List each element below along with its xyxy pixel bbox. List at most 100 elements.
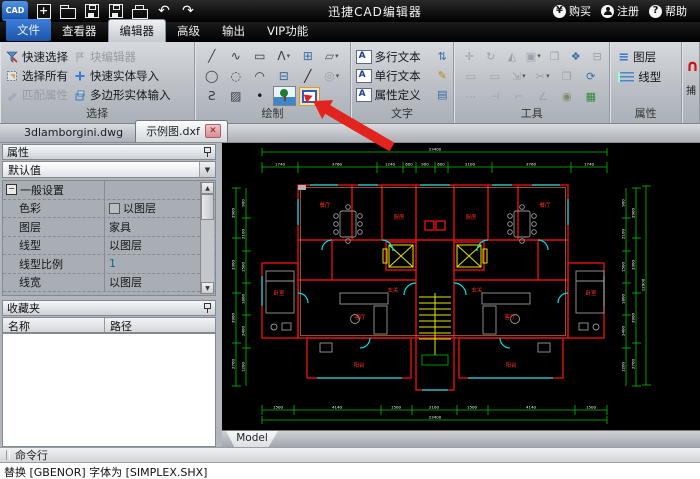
move-icon[interactable]: ✛ [460, 47, 478, 65]
favorites-col-path[interactable]: 路径 [105, 318, 132, 332]
clipboard-icon[interactable]: ⊟ [273, 67, 294, 85]
property-row-ltscale[interactable]: 线型比例 1 [3, 255, 215, 274]
app-logo-icon[interactable]: CAD [2, 1, 28, 21]
doc-tab-example[interactable]: 示例图.dxf ✕ [135, 120, 228, 142]
favorites-list[interactable] [2, 333, 216, 447]
redo-tool-icon[interactable]: ⟳ [580, 67, 601, 85]
multiline-text-button[interactable]: 多行文本⇅ [356, 47, 454, 66]
svg-text:厨房: 厨房 [465, 213, 477, 221]
group-icon[interactable]: ◉ [556, 87, 577, 105]
extend-icon[interactable]: ⊣ [484, 87, 505, 105]
offset-copy-icon[interactable]: ❐ [556, 67, 577, 85]
collapse-icon[interactable]: − [6, 184, 17, 195]
quick-select-button[interactable]: 快速选择 [6, 47, 68, 66]
tab-file[interactable]: 文件 [6, 19, 51, 41]
match-properties-button[interactable]: 匹配属性 [6, 85, 68, 104]
tab-viewer[interactable]: 查看器 [51, 20, 108, 42]
trim-icon[interactable]: ✂▾ [532, 67, 553, 85]
edit-attribute-icon[interactable]: ▤ [435, 88, 449, 101]
copy-icon[interactable]: ❐ [545, 47, 563, 65]
block-editor-button[interactable]: 块编辑器 [74, 47, 171, 66]
erase-icon[interactable]: ▣▾ [524, 47, 542, 65]
spline-icon[interactable]: Ƨ [201, 87, 222, 105]
thick-line-icon[interactable]: ╱ [297, 67, 318, 85]
dimension-lines [232, 148, 651, 424]
svg-text:1740: 1740 [584, 162, 594, 167]
svg-text:600: 600 [405, 162, 413, 167]
scale-box-icon[interactable]: ▭ [484, 67, 505, 85]
pin-icon[interactable] [204, 147, 211, 157]
tab-advanced[interactable]: 高级 [166, 20, 211, 42]
polygon-entity-input-button[interactable]: 多边形实体输入 [74, 85, 171, 104]
redo-icon[interactable]: ↷ [176, 1, 200, 21]
property-row-lineweight[interactable]: 线宽 以图层 [3, 274, 215, 293]
select-all-button[interactable]: 选择所有 [6, 66, 68, 85]
preset-dropdown[interactable]: 默认值▼ [2, 161, 216, 178]
doc-tab-3dlamborgini[interactable]: 3dlamborgini.dwg [12, 124, 135, 142]
stretch-icon[interactable]: ▭ [460, 67, 481, 85]
sketch-icon[interactable]: ∿ [225, 47, 246, 65]
wipeout-image-icon[interactable] [273, 86, 296, 106]
new-file-icon[interactable] [32, 1, 56, 21]
favorites-col-name[interactable]: 名称 [3, 318, 105, 332]
block-tool-icon[interactable]: ❖ [567, 47, 585, 65]
svg-text:1500: 1500 [391, 405, 401, 410]
tab-vip[interactable]: VIP功能 [256, 20, 319, 42]
print-icon[interactable] [128, 1, 152, 21]
fillet-icon[interactable]: ⌐ [508, 87, 529, 105]
open-file-icon[interactable] [56, 1, 80, 21]
pin-icon[interactable] [204, 303, 211, 313]
undo-icon[interactable]: ↶ [152, 1, 176, 21]
command-line-header[interactable]: 命令行 [0, 447, 700, 463]
property-row-layer[interactable]: 图层 家具 [3, 218, 215, 237]
drawing-canvas[interactable]: 23400 1740 3760 1240 600 900 600 2100 37… [222, 143, 700, 447]
hatch-icon[interactable]: ▨ [225, 87, 246, 105]
arc-icon[interactable]: ◠ [249, 67, 270, 85]
rotate-icon[interactable]: ↻ [482, 47, 500, 65]
text-height-icon[interactable]: ⇅ [435, 50, 449, 63]
property-row-color[interactable]: 色彩 以图层 [3, 200, 215, 219]
scroll-up-icon[interactable]: ▲ [201, 182, 214, 194]
quick-entity-import-button[interactable]: 快速实体导入 [74, 66, 171, 85]
tab-editor[interactable]: 编辑器 [108, 19, 167, 42]
insert-block-icon[interactable]: ⊞ [297, 47, 318, 65]
property-group-row[interactable]: −一般设置 [3, 181, 215, 200]
scrollbar[interactable]: ▲ ▼ [200, 182, 214, 294]
rectangle-icon[interactable]: ▭ [249, 47, 270, 65]
model-tab[interactable]: Model [226, 431, 278, 447]
scale-icon[interactable]: ⇲▾ [508, 67, 529, 85]
app-window: CAD ↶ ↷ 迅捷CAD编辑器 ¥购买 注册 ?帮助 文件 查看器 编辑器 高… [0, 0, 700, 479]
explode-icon[interactable]: ▦ [580, 87, 601, 105]
layer-button[interactable]: ≡图层 [618, 47, 681, 67]
mirror-icon[interactable]: ◭ [503, 47, 521, 65]
singleline-text-button[interactable]: 单行文本✎ [356, 66, 454, 85]
insert-raster-image-icon[interactable] [299, 87, 320, 106]
command-line-output[interactable]: 替换 [GBENOR] 字体为 [SIMPLEX.SHX] [0, 463, 700, 479]
cad-floor-plan[interactable]: 23400 1740 3760 1240 600 900 600 2100 37… [222, 143, 700, 430]
window-tool-icon[interactable]: ⊟ [588, 47, 606, 65]
save-icon[interactable] [80, 1, 104, 21]
scroll-down-icon[interactable]: ▼ [201, 282, 214, 294]
tab-output[interactable]: 输出 [211, 20, 256, 42]
linetype-button[interactable]: 线型 [618, 67, 681, 87]
help-button[interactable]: ?帮助 [646, 2, 690, 20]
snap-magnet-icon[interactable]: ∩ [686, 58, 699, 74]
ellipse-icon[interactable]: ◌ [225, 67, 246, 85]
save-as-icon[interactable] [104, 1, 128, 21]
point-icon[interactable]: • [249, 87, 270, 105]
line-icon[interactable]: ╱ [201, 47, 222, 65]
close-tab-icon[interactable]: ✕ [205, 124, 221, 138]
circle-icon[interactable]: ◯ [201, 67, 222, 85]
array-icon[interactable]: ⋯ [460, 87, 481, 105]
polyline-icon[interactable]: Ʌ▾ [273, 47, 294, 65]
chevron-down-icon[interactable]: ▼ [199, 162, 215, 177]
property-row-linetype[interactable]: 线型 以图层 [3, 237, 215, 256]
attribute-definition-button[interactable]: 属性定义▤ [356, 85, 454, 104]
scroll-thumb[interactable] [201, 194, 214, 220]
register-button[interactable]: 注册 [598, 2, 642, 20]
donut-icon[interactable]: ◎▾ [321, 67, 342, 85]
region-icon[interactable]: ▱▾ [321, 47, 342, 65]
edit-text-icon[interactable]: ✎ [435, 69, 449, 82]
buy-button[interactable]: ¥购买 [550, 2, 594, 20]
chamfer-icon[interactable]: ∠ [532, 87, 553, 105]
